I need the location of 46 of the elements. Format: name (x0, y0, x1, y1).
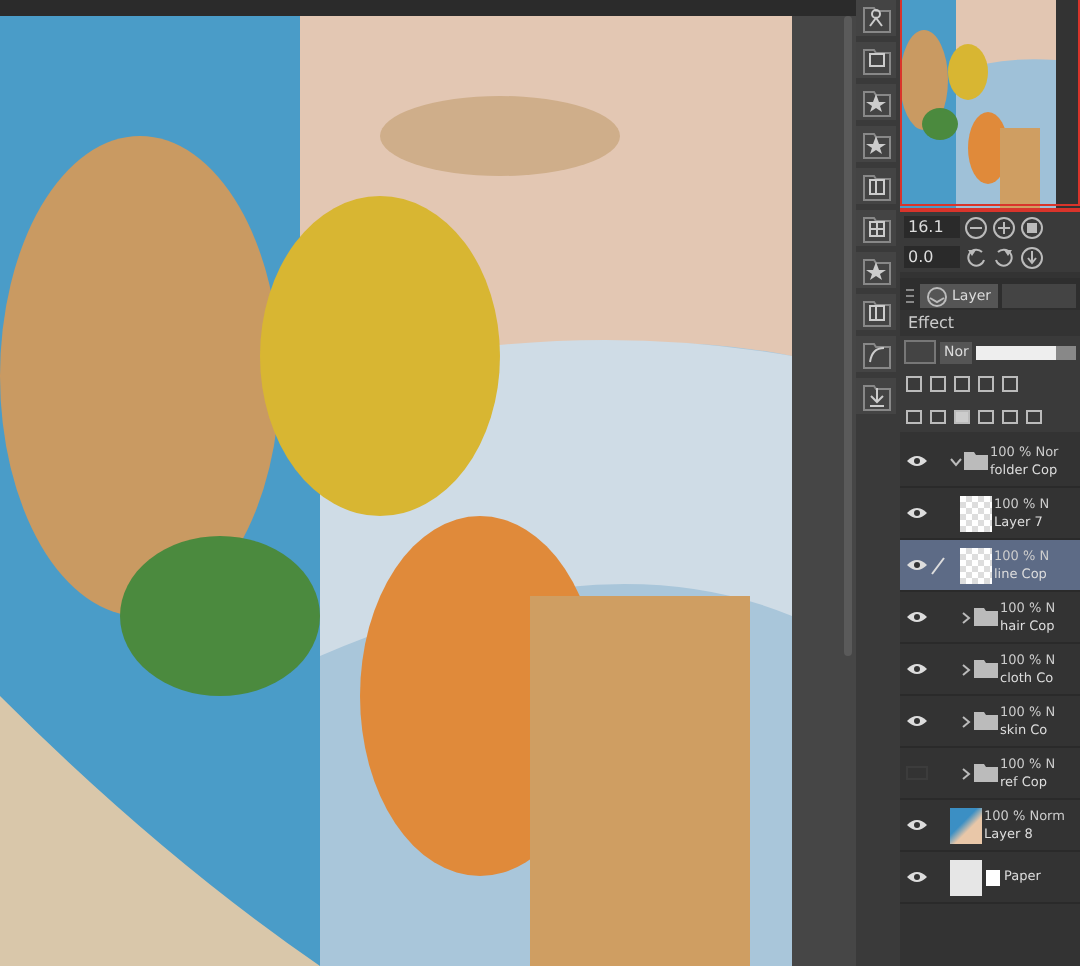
color-dropdown[interactable] (904, 340, 936, 364)
figure-folder-icon[interactable] (859, 1, 893, 35)
eye-icon[interactable] (905, 610, 927, 624)
rotate-right-icon[interactable] (992, 245, 1016, 269)
download-icon[interactable] (859, 379, 893, 413)
star-folder-icon[interactable] (859, 127, 893, 161)
flip-icon[interactable] (1020, 245, 1044, 269)
grip-icon[interactable] (904, 284, 916, 308)
layers-icon (926, 285, 948, 307)
caret-down-icon[interactable] (950, 455, 962, 467)
zoom-out-icon[interactable] (964, 215, 988, 239)
star-folder-icon[interactable] (859, 253, 893, 287)
eye-icon[interactable] (905, 714, 927, 728)
folder-icon (974, 712, 998, 730)
rotate-left-icon[interactable] (964, 245, 988, 269)
folder-icon (974, 608, 998, 626)
split-folder-icon[interactable] (859, 295, 893, 329)
caret-right-icon[interactable] (960, 663, 972, 675)
eye-icon[interactable] (905, 506, 927, 520)
layer-thumbnail (950, 807, 982, 843)
pen-icon (930, 555, 946, 575)
layer-thumbnail (960, 547, 992, 583)
split-folder-icon[interactable] (859, 169, 893, 203)
grid-folder-icon[interactable] (859, 211, 893, 245)
star-folder-icon[interactable] (859, 85, 893, 119)
curve-icon[interactable] (859, 337, 893, 371)
zoom-field[interactable]: 16.1 (904, 216, 960, 238)
caret-right-icon[interactable] (960, 715, 972, 727)
eye-icon[interactable] (905, 558, 927, 572)
layer-thumbnail (950, 859, 982, 895)
fit-icon[interactable] (1020, 215, 1044, 239)
frame-folder-icon[interactable] (859, 43, 893, 77)
eye-icon[interactable] (905, 818, 927, 832)
opacity-slider[interactable] (976, 345, 1076, 359)
page-icon (984, 867, 1002, 887)
layer-thumbnail (960, 495, 992, 531)
eye-icon[interactable] (905, 662, 927, 676)
rotation-field[interactable]: 0.0 (904, 246, 960, 268)
caret-right-icon[interactable] (960, 611, 972, 623)
zoom-in-icon[interactable] (992, 215, 1016, 239)
eye-icon[interactable] (905, 454, 927, 468)
folder-icon (974, 660, 998, 678)
folder-icon (964, 452, 988, 470)
folder-icon (974, 764, 998, 782)
eye-icon[interactable] (905, 870, 927, 884)
caret-right-icon[interactable] (960, 767, 972, 779)
